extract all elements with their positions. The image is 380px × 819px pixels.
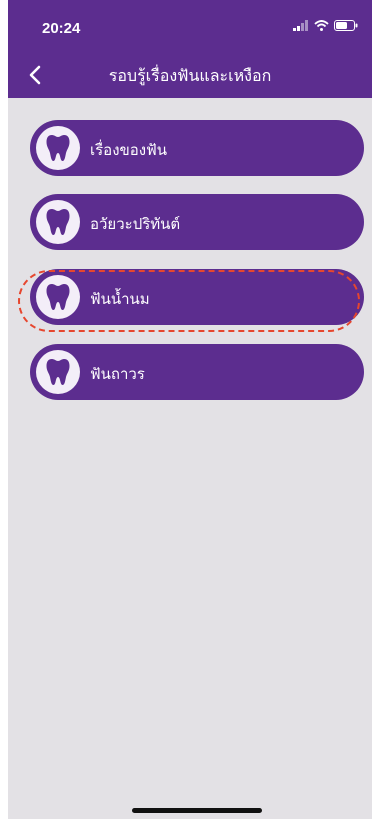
- status-bar: 20:24: [8, 0, 372, 52]
- menu-item-periodontium[interactable]: อวัยวะปริทันต์: [30, 194, 364, 250]
- home-indicator[interactable]: [132, 808, 262, 813]
- signal-icon: [293, 20, 308, 31]
- tooth-icon: [36, 200, 80, 244]
- tooth-icon: [36, 275, 80, 319]
- tooth-icon: [36, 126, 80, 170]
- app-screen: 20:24 รอบรู้เรื่องฟันและเหงือก เรื่องของ…: [8, 0, 372, 819]
- tooth-icon: [36, 350, 80, 394]
- menu-item-baby-teeth[interactable]: ฟันน้ำนม: [30, 269, 364, 325]
- system-icons: [293, 20, 358, 31]
- back-button[interactable]: [20, 60, 50, 90]
- status-time: 20:24: [42, 20, 81, 37]
- wifi-icon: [314, 20, 329, 31]
- chevron-left-icon: [29, 65, 41, 85]
- menu-item-label: เรื่องของฟัน: [90, 141, 167, 159]
- nav-bar: รอบรู้เรื่องฟันและเหงือก: [8, 52, 372, 98]
- menu-item-label: อวัยวะปริทันต์: [90, 215, 181, 233]
- menu-item-label: ฟันถาวร: [90, 365, 145, 383]
- menu-item-label: ฟันน้ำนม: [90, 290, 150, 308]
- menu-item-teeth-story[interactable]: เรื่องของฟัน: [30, 120, 364, 176]
- page-title: รอบรู้เรื่องฟันและเหงือก: [108, 66, 272, 85]
- battery-icon: [334, 20, 358, 31]
- menu-item-permanent-teeth[interactable]: ฟันถาวร: [30, 344, 364, 400]
